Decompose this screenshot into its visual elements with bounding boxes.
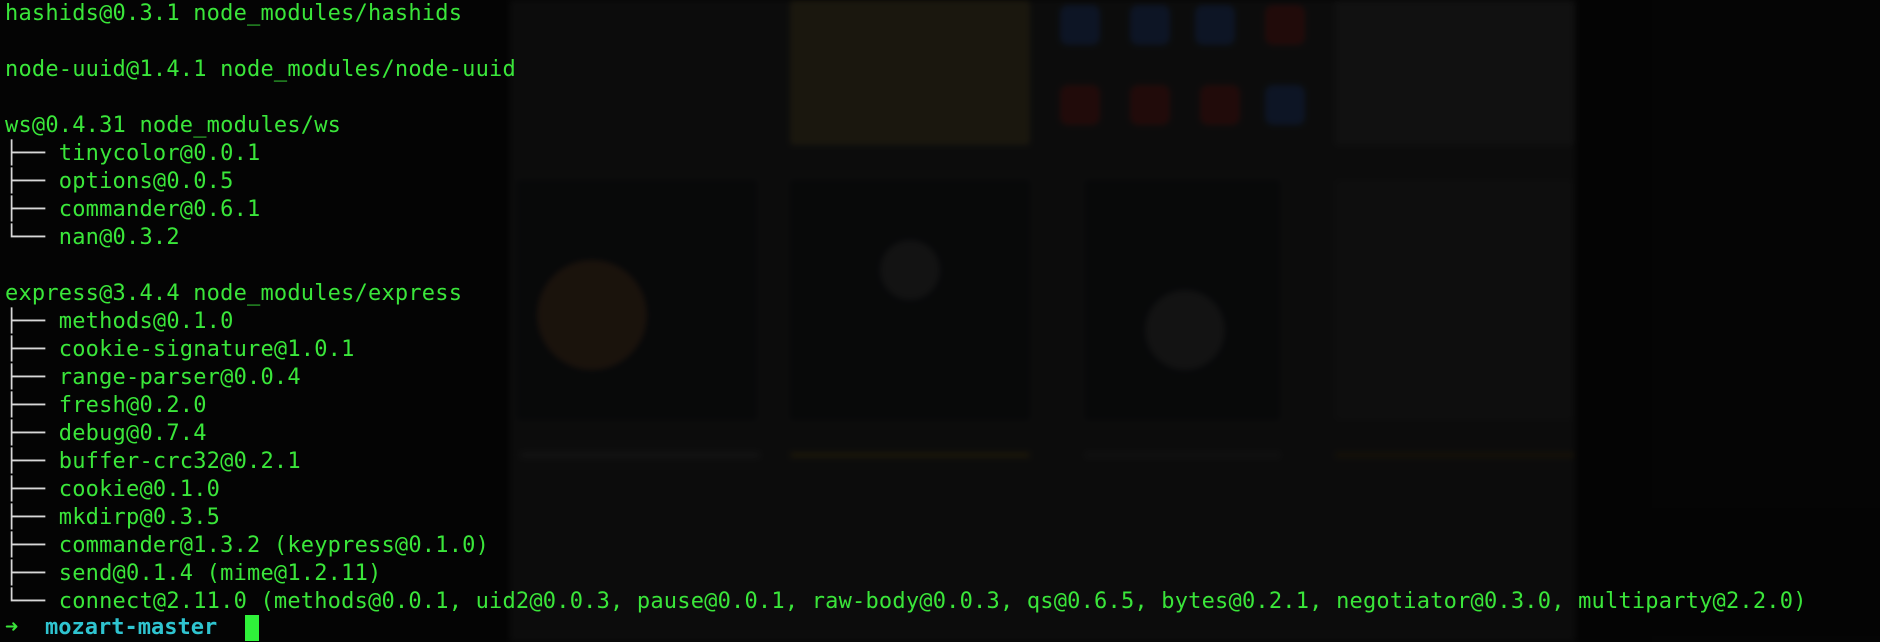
tree-branch: ├──	[5, 533, 59, 558]
tree-branch: ├──	[5, 393, 59, 418]
tree-branch: └──	[5, 589, 59, 614]
tree-branch: ├──	[5, 169, 59, 194]
shell-prompt[interactable]: ➜ mozart-master	[5, 614, 260, 642]
line-text: tinycolor@0.0.1	[58, 141, 261, 166]
line-text: cookie@0.1.0	[58, 477, 221, 502]
terminal-line: ├── mkdirp@0.3.5	[5, 504, 1807, 532]
terminal-line: ├── debug@0.7.4	[5, 420, 1807, 448]
text-cursor[interactable]	[245, 615, 260, 641]
terminal-line: hashids@0.3.1 node_modules/hashids	[5, 0, 1807, 28]
tree-branch: └──	[5, 225, 59, 250]
terminal-line: express@3.4.4 node_modules/express	[5, 280, 1807, 308]
terminal-line: └── nan@0.3.2	[5, 224, 1807, 252]
terminal-window[interactable]: hashids@0.3.1 node_modules/hashids node-…	[0, 0, 1880, 642]
terminal-line: └── connect@2.11.0 (methods@0.0.1, uid2@…	[5, 588, 1807, 616]
tree-branch: ├──	[5, 421, 59, 446]
line-text: connect@2.11.0 (methods@0.0.1, uid2@0.0.…	[58, 589, 1807, 614]
tree-branch: ├──	[5, 477, 59, 502]
terminal-line: ├── cookie-signature@1.0.1	[5, 336, 1807, 364]
terminal-line: ├── commander@1.3.2 (keypress@0.1.0)	[5, 532, 1807, 560]
line-text: range-parser@0.0.4	[58, 365, 301, 390]
tree-branch: ├──	[5, 365, 59, 390]
prompt-arrow-icon: ➜	[5, 615, 19, 640]
terminal-line: ws@0.4.31 node_modules/ws	[5, 112, 1807, 140]
prompt-directory: mozart-master	[45, 615, 218, 640]
tree-branch: ├──	[5, 449, 59, 474]
line-text: methods@0.1.0	[58, 309, 234, 334]
line-text: commander@0.6.1	[58, 197, 261, 222]
tree-branch: ├──	[5, 561, 59, 586]
terminal-line: ├── buffer-crc32@0.2.1	[5, 448, 1807, 476]
terminal-line: ├── tinycolor@0.0.1	[5, 140, 1807, 168]
terminal-line: node-uuid@1.4.1 node_modules/node-uuid	[5, 56, 1807, 84]
terminal-line: ├── range-parser@0.0.4	[5, 364, 1807, 392]
line-text: hashids@0.3.1 node_modules/hashids	[5, 1, 463, 26]
tree-branch: ├──	[5, 309, 59, 334]
tree-branch: ├──	[5, 505, 59, 530]
line-text: node-uuid@1.4.1 node_modules/node-uuid	[5, 57, 516, 82]
line-text: send@0.1.4 (mime@1.2.11)	[58, 561, 382, 586]
line-text: fresh@0.2.0	[58, 393, 207, 418]
tree-branch: ├──	[5, 337, 59, 362]
line-text: buffer-crc32@0.2.1	[58, 449, 301, 474]
terminal-output: hashids@0.3.1 node_modules/hashids node-…	[5, 0, 1807, 616]
line-text: debug@0.7.4	[58, 421, 207, 446]
line-text: express@3.4.4 node_modules/express	[5, 281, 463, 306]
line-text: commander@1.3.2 (keypress@0.1.0)	[58, 533, 490, 558]
line-text: options@0.0.5	[58, 169, 234, 194]
line-text: ws@0.4.31 node_modules/ws	[5, 113, 342, 138]
tree-branch: ├──	[5, 197, 59, 222]
terminal-line: ├── cookie@0.1.0	[5, 476, 1807, 504]
line-text: nan@0.3.2	[58, 225, 180, 250]
tree-branch: ├──	[5, 141, 59, 166]
terminal-line: ├── options@0.0.5	[5, 168, 1807, 196]
terminal-line: ├── methods@0.1.0	[5, 308, 1807, 336]
line-text: cookie-signature@1.0.1	[58, 337, 355, 362]
terminal-line: ├── commander@0.6.1	[5, 196, 1807, 224]
line-text: mkdirp@0.3.5	[58, 505, 221, 530]
terminal-line: ├── fresh@0.2.0	[5, 392, 1807, 420]
terminal-line: ├── send@0.1.4 (mime@1.2.11)	[5, 560, 1807, 588]
